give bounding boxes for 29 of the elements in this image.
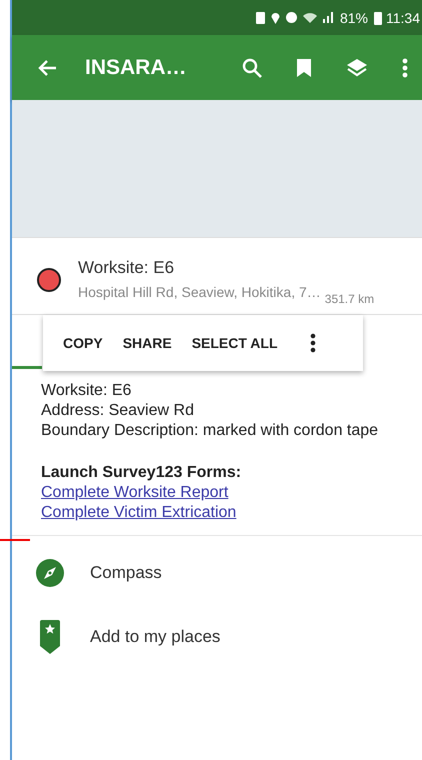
- marker-line: [0, 539, 30, 541]
- detail-line: Worksite: E6: [41, 381, 132, 401]
- menu-action[interactable]: SELECT ALL: [184, 335, 290, 351]
- menu-action[interactable]: SHARE: [114, 335, 184, 351]
- place-address: Hospital Hill Rd, Seaview, Hokitika, 7…: [78, 284, 321, 300]
- search-icon[interactable]: [242, 58, 262, 78]
- menu-action[interactable]: COPY: [55, 335, 115, 351]
- tab-indicator: [12, 366, 42, 369]
- back-arrow-icon[interactable]: [37, 58, 57, 76]
- form-link[interactable]: Complete Victim Extrication: [41, 503, 236, 523]
- detail-line: Address: Seaview Rd: [41, 401, 195, 421]
- battery-icon: [374, 10, 382, 24]
- action-label[interactable]: Compass: [90, 563, 162, 583]
- form-link[interactable]: Complete Worksite Report: [41, 483, 228, 503]
- toolbar-title: INSARA…: [85, 56, 187, 80]
- signal-icon: [322, 12, 334, 23]
- battery-percent: 81%: [340, 10, 368, 26]
- wifi-icon: [302, 12, 317, 22]
- action-label[interactable]: Add to my places: [90, 627, 220, 647]
- forms-heading: Launch Survey123 Forms:: [41, 463, 242, 483]
- place-title: Worksite: E6: [78, 258, 176, 278]
- more-icon[interactable]: [310, 333, 316, 353]
- place-distance: 351.7 km: [324, 292, 374, 306]
- status-time: 11:34: [386, 10, 420, 26]
- compass-icon: [36, 559, 64, 587]
- location-icon: [270, 12, 280, 24]
- bookmark-icon[interactable]: [296, 58, 312, 78]
- detail-line: Boundary Description: marked with cordon tape: [41, 421, 380, 441]
- layers-icon[interactable]: [346, 58, 368, 78]
